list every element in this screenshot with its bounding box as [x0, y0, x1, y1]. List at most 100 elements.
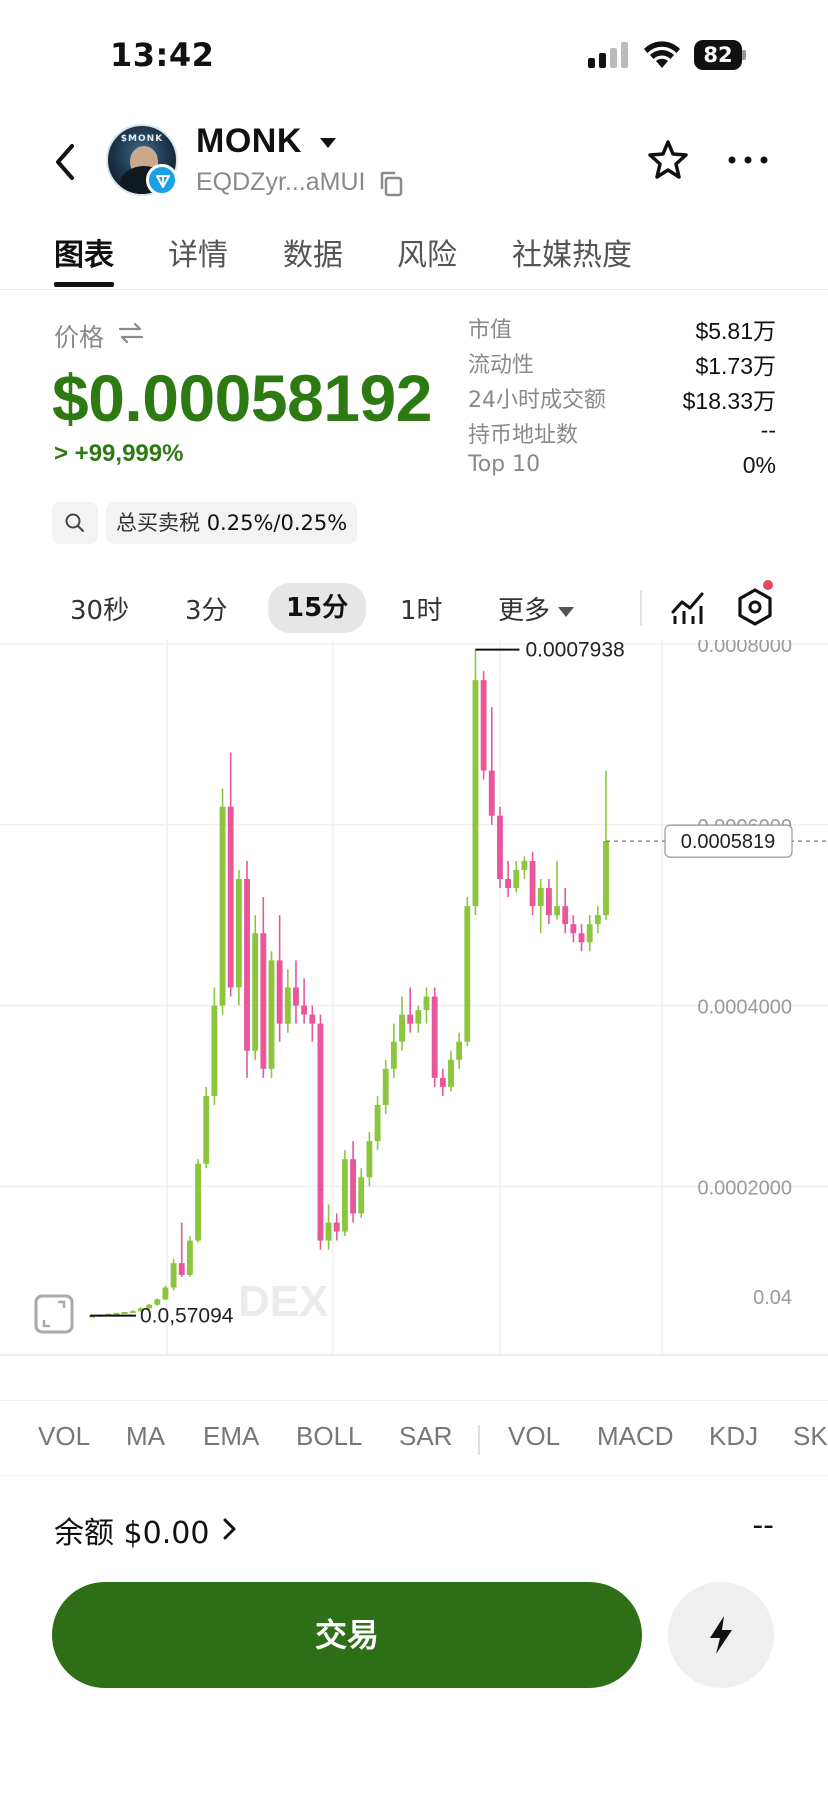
candle-body: [529, 860, 536, 907]
stat-label: 持币地址数: [468, 423, 579, 448]
candle-body: [129, 1311, 136, 1314]
candle-body: [382, 1068, 389, 1105]
cellular-signal-icon: [588, 42, 630, 68]
tax-value: 0.25%/0.25%: [206, 511, 348, 535]
candle-body: [219, 806, 226, 1006]
trade-button[interactable]: 交易: [52, 1582, 642, 1688]
candle-body: [317, 1023, 324, 1241]
candle-body: [407, 1014, 414, 1024]
status-bar: 13:42 82: [0, 0, 828, 110]
candle-body: [235, 879, 242, 988]
swap-icon[interactable]: [118, 322, 144, 344]
candle-body: [505, 879, 512, 889]
stat-row: 持币地址数 --: [468, 417, 776, 452]
tab-social[interactable]: 社媒热度: [512, 230, 632, 274]
indicator-sk[interactable]: SK: [793, 1421, 828, 1452]
stat-row: 24小时成交额 $18.33万: [468, 382, 776, 417]
y-tick-label: 0.0002000: [697, 1177, 792, 1199]
stat-row: 流动性 $1.73万: [468, 347, 776, 382]
candle-body: [170, 1263, 177, 1288]
copy-icon[interactable]: [378, 170, 404, 198]
candle-body: [480, 680, 487, 771]
back-arrow-icon[interactable]: [48, 140, 84, 184]
candle-body: [227, 806, 234, 988]
stat-value: 0%: [742, 452, 776, 478]
interval-15m[interactable]: 15分: [268, 583, 367, 633]
divider: [478, 1425, 480, 1455]
indicator-ma[interactable]: MA: [126, 1421, 165, 1452]
search-button[interactable]: [52, 502, 98, 544]
candle-body: [276, 960, 283, 1024]
candle-body: [374, 1104, 381, 1142]
more-options-icon[interactable]: [726, 150, 770, 170]
candle-body: [448, 1059, 454, 1087]
candle-body: [195, 1163, 202, 1241]
fullscreen-icon[interactable]: [34, 1294, 74, 1334]
candle-body: [578, 933, 585, 943]
ton-chain-icon: [146, 164, 178, 196]
settings-hexagon-icon[interactable]: [736, 586, 774, 628]
candle-body: [203, 1095, 210, 1164]
y-tick-label: 0.04: [753, 1287, 792, 1309]
candle-body: [268, 960, 275, 1069]
candle-body: [121, 1311, 128, 1314]
candle-body: [603, 841, 609, 916]
tax-chip[interactable]: 总买卖税 0.25%/0.25%: [106, 502, 358, 544]
balance-label[interactable]: 余额 $0.00: [54, 1508, 209, 1552]
stat-label: 流动性: [468, 353, 535, 378]
tab-risk[interactable]: 风险: [397, 230, 457, 274]
stat-value: --: [760, 417, 776, 443]
stat-row: Top 10 0%: [468, 452, 776, 487]
chevron-right-icon[interactable]: [222, 1516, 238, 1542]
token-name[interactable]: MONK: [196, 122, 302, 161]
candle-body: [211, 1005, 218, 1096]
candle-body: [358, 1177, 365, 1214]
candle-body: [293, 987, 299, 1006]
tab-bar: 图表 详情 数据 风险 社媒热度: [0, 220, 828, 290]
chevron-down-icon[interactable]: [320, 138, 336, 148]
candle-body: [284, 987, 291, 1024]
balance-value: --: [752, 1508, 774, 1543]
indicator-macd[interactable]: MACD: [597, 1421, 674, 1452]
candle-body: [562, 906, 569, 925]
indicator-sar[interactable]: SAR: [399, 1421, 452, 1452]
candle-body: [309, 1014, 316, 1024]
candle-body: [431, 996, 438, 1078]
battery-level: 82: [694, 40, 742, 70]
stat-row: 市值 $5.81万: [468, 312, 776, 347]
indicator-boll[interactable]: BOLL: [296, 1421, 363, 1452]
divider: [640, 590, 642, 626]
indicator-ema[interactable]: EMA: [203, 1421, 259, 1452]
candle-body: [301, 1005, 308, 1015]
indicator-vol[interactable]: VOL: [38, 1421, 90, 1452]
interval-more-label: 更多: [498, 596, 551, 626]
indicator-chart-icon[interactable]: [670, 586, 706, 626]
indicator-kdj[interactable]: KDJ: [709, 1421, 758, 1452]
candle-body: [496, 815, 503, 880]
notification-dot: [763, 580, 773, 590]
battery-icon: 82: [694, 40, 746, 70]
indicator-vol-sub[interactable]: VOL: [508, 1421, 560, 1452]
candle-body: [586, 924, 593, 943]
interval-30s[interactable]: 30秒: [70, 590, 129, 627]
interval-1h[interactable]: 1时: [400, 590, 443, 627]
interval-more[interactable]: 更多: [498, 590, 575, 627]
candle-body: [260, 933, 267, 1069]
candle-body: [252, 933, 259, 1051]
tax-label: 总买卖税: [116, 511, 200, 535]
tab-chart[interactable]: 图表: [54, 230, 114, 274]
current-price-label: 0.0005819: [681, 831, 776, 853]
candle-body: [350, 1159, 357, 1214]
indicator-tabs: VOL MA EMA BOLL SAR VOL MACD KDJ SK: [0, 1400, 828, 1476]
tab-details[interactable]: 详情: [168, 230, 228, 274]
candle-body: [399, 1014, 405, 1042]
star-icon[interactable]: [646, 138, 690, 182]
candle-body: [325, 1222, 332, 1241]
interval-3m[interactable]: 3分: [185, 590, 228, 627]
quick-trade-button[interactable]: [668, 1582, 774, 1688]
price-chart[interactable]: 0.00080000.00060000.00040000.00020000.04…: [0, 640, 828, 1360]
tab-active-indicator: [54, 282, 114, 287]
candle-body: [537, 888, 544, 907]
wifi-icon: [644, 41, 680, 68]
tab-data[interactable]: 数据: [283, 230, 343, 274]
